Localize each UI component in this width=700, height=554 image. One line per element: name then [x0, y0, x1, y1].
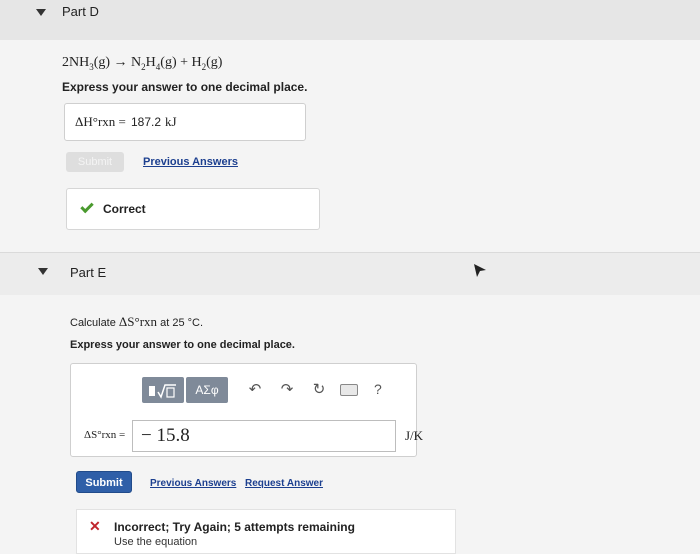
part-d-title: Part D	[62, 4, 99, 19]
part-d-submit-button[interactable]: Submit	[66, 152, 124, 172]
incorrect-feedback-box: ✕ Incorrect; Try Again; 5 attempts remai…	[76, 509, 456, 554]
part-e-instruction: Express your answer to one decimal place…	[70, 339, 295, 351]
answer-label: ΔH°rxn =	[75, 114, 126, 129]
mouse-cursor-icon	[474, 264, 486, 277]
redo-icon[interactable]: ↷	[278, 380, 296, 398]
reset-icon[interactable]: ↻	[310, 380, 328, 398]
sqrt-template-icon	[149, 384, 176, 399]
input-label: ΔS°rxn =	[84, 429, 126, 441]
part-d-previous-answers-link[interactable]: Previous Answers	[143, 156, 238, 168]
help-icon[interactable]: ?	[374, 381, 382, 397]
correct-feedback-box: Correct	[66, 188, 320, 230]
collapse-caret-icon[interactable]	[36, 9, 46, 16]
part-e-prompt: Calculate ΔS°rxn at 25 °C.	[70, 314, 204, 329]
collapse-caret-icon[interactable]	[38, 268, 48, 275]
undo-icon[interactable]: ↶	[246, 380, 264, 398]
correct-label: Correct	[103, 202, 146, 216]
checkmark-icon	[80, 199, 94, 214]
templates-button[interactable]	[142, 377, 184, 403]
incorrect-x-icon: ✕	[89, 518, 101, 534]
part-d-answer-box: ΔH°rxn = 187.2 kJ	[64, 103, 306, 141]
part-d-header[interactable]	[0, 0, 700, 40]
request-answer-link[interactable]: Request Answer	[245, 478, 323, 489]
part-e-previous-answers-link[interactable]: Previous Answers	[150, 478, 236, 489]
keyboard-icon[interactable]	[340, 384, 358, 396]
answer-value: 187.2	[131, 115, 162, 129]
part-e-submit-button[interactable]: Submit	[76, 471, 132, 493]
unit-label: J/K	[405, 428, 424, 443]
entropy-input[interactable]: − 15.8	[132, 420, 396, 452]
part-e-title: Part E	[70, 265, 107, 280]
part-d-instruction: Express your answer to one decimal place…	[62, 80, 308, 94]
greek-symbols-button[interactable]: ΑΣφ	[186, 377, 228, 403]
incorrect-detail: Use the equation	[114, 536, 198, 548]
reaction-equation: 2NH3(g) → N2H4(g) + H2(g)	[62, 55, 223, 72]
incorrect-title: Incorrect; Try Again; 5 attempts remaini…	[114, 520, 355, 534]
answer-unit: kJ	[165, 114, 177, 129]
